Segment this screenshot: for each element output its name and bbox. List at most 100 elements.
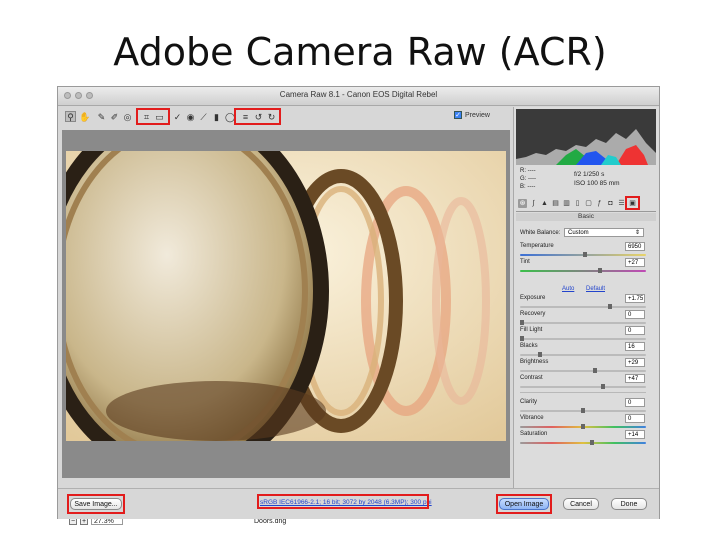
zoom-icon[interactable]: ⚲ xyxy=(65,111,76,122)
slider-label: Blacks xyxy=(520,343,538,349)
slider-track[interactable] xyxy=(520,268,646,273)
slider-track[interactable] xyxy=(520,352,646,357)
done-button[interactable]: Done xyxy=(611,498,647,510)
adjustment-brush-icon[interactable]: ⟋ xyxy=(198,111,209,122)
b-label: B: xyxy=(520,184,526,190)
slider-knob[interactable] xyxy=(598,268,603,273)
footer-bar: Save Image... sRGB IEC61966-2.1; 16 bit;… xyxy=(58,488,659,519)
slider-label: Temperature xyxy=(520,243,554,249)
panel-tabs: ⊛ ∫ ▲ ▤ ▥ ▯ ▢ ƒ ◘ ☰ ▣ xyxy=(516,196,656,212)
color-sampler-icon[interactable]: ✐ xyxy=(109,111,120,122)
slider-knob[interactable] xyxy=(600,384,605,389)
iso-focal: ISO 100 85 mm xyxy=(574,180,620,187)
histogram xyxy=(516,109,656,165)
red-eye-icon[interactable]: ◉ xyxy=(185,111,196,122)
slider-knob[interactable] xyxy=(520,336,524,341)
white-balance-icon[interactable]: ✎ xyxy=(96,111,107,122)
crop-tools-highlight xyxy=(136,108,170,125)
lens-corrections-tab-icon[interactable]: ▢ xyxy=(584,199,593,208)
slider-knob[interactable] xyxy=(538,352,543,357)
lens-tab-icon[interactable]: ▯ xyxy=(573,199,582,208)
effects-tab-icon[interactable]: ƒ xyxy=(595,199,604,208)
title-bar: Camera Raw 8.1 - Canon EOS Digital Rebel xyxy=(58,87,659,106)
slider-track[interactable] xyxy=(520,304,646,309)
slider-knob[interactable] xyxy=(583,252,588,257)
slider-label: Vibrance xyxy=(520,415,544,421)
slide-title: Adobe Camera Raw (ACR) xyxy=(113,30,607,74)
doors-photo xyxy=(66,151,506,441)
slider-value-input[interactable]: +14 xyxy=(625,430,645,439)
cancel-button[interactable]: Cancel xyxy=(563,498,599,510)
slider-value-input[interactable]: +47 xyxy=(625,374,645,383)
file-name: Doors.dng xyxy=(254,518,287,525)
section-title: Basic xyxy=(516,213,656,221)
slider-label: Exposure xyxy=(520,295,546,301)
pixel-readout: R: ---- G: ---- B: ---- f/2 1/250 s ISO … xyxy=(516,167,656,195)
tone-curve-tab-icon[interactable]: ∫ xyxy=(529,199,538,208)
photo-preview xyxy=(66,151,506,441)
preview-label: Preview xyxy=(465,111,490,119)
g-value: ---- xyxy=(528,176,537,182)
slider-value-input[interactable]: 6950 xyxy=(625,242,645,251)
slider-track[interactable] xyxy=(520,384,646,389)
slider-track[interactable] xyxy=(520,252,646,257)
hand-icon[interactable]: ✋ xyxy=(78,111,90,122)
slider-label: Recovery xyxy=(520,311,546,317)
slider-value-input[interactable]: 0 xyxy=(625,398,645,407)
slider-knob[interactable] xyxy=(581,424,585,429)
adjustments-panel: R: ---- G: ---- B: ---- f/2 1/250 s ISO … xyxy=(513,107,659,488)
window-title: Camera Raw 8.1 - Canon EOS Digital Rebel xyxy=(279,90,438,99)
preview-toggle[interactable]: ✓ Preview xyxy=(454,111,490,119)
slider-value-input[interactable]: 0 xyxy=(625,310,645,319)
slider-label: Fill Light xyxy=(520,327,543,333)
slider-track[interactable] xyxy=(520,320,646,325)
aperture-shutter: f/2 1/250 s xyxy=(574,171,605,178)
divider xyxy=(520,392,646,393)
white-balance-select[interactable]: Custom ⇕ xyxy=(564,228,644,237)
hsl-tab-icon[interactable]: ▤ xyxy=(551,199,560,208)
camera-calibration-tab-icon[interactable]: ◘ xyxy=(606,199,615,208)
slider-value-input[interactable]: 16 xyxy=(625,342,645,351)
slider-knob[interactable] xyxy=(593,368,598,373)
preview-checkbox[interactable]: ✓ xyxy=(454,111,462,119)
slider-knob[interactable] xyxy=(589,440,594,445)
slider-label: Clarity xyxy=(520,399,538,405)
slider-track[interactable] xyxy=(520,440,646,445)
b-value: ---- xyxy=(527,184,536,190)
slider-track[interactable] xyxy=(520,336,646,341)
white-balance-label: White Balance: xyxy=(520,230,561,236)
g-label: G: xyxy=(520,176,527,182)
basic-tab-icon[interactable]: ⊛ xyxy=(518,199,527,208)
r-label: R: xyxy=(520,168,526,174)
slider-track[interactable] xyxy=(520,368,646,373)
split-toning-tab-icon[interactable]: ▥ xyxy=(562,199,571,208)
slider-knob[interactable] xyxy=(520,320,524,325)
slider-value-input[interactable]: 0 xyxy=(625,414,645,423)
slider-label: Saturation xyxy=(520,431,548,437)
targeted-adjust-icon[interactable]: ◎ xyxy=(122,111,133,122)
detail-tab-icon[interactable]: ▲ xyxy=(540,199,549,208)
auto-link[interactable]: Auto xyxy=(562,286,574,292)
white-balance-value: Custom xyxy=(568,230,589,236)
slider-value-input[interactable]: +1.75 xyxy=(625,294,645,303)
default-link[interactable]: Default xyxy=(586,286,605,292)
camera-raw-window: Camera Raw 8.1 - Canon EOS Digital Rebel… xyxy=(57,86,660,525)
graduated-filter-icon[interactable]: ▮ xyxy=(211,111,222,122)
snapshots-highlight xyxy=(625,196,640,210)
image-canvas[interactable]: ! − + 27.3% Doors.dng xyxy=(62,130,510,525)
slider-knob[interactable] xyxy=(607,304,612,309)
slider-label: Brightness xyxy=(520,359,549,365)
select-arrows-icon: ⇕ xyxy=(634,230,640,236)
slider-label: Contrast xyxy=(520,375,543,381)
slider-label: Tint xyxy=(520,259,530,265)
slider-knob[interactable] xyxy=(581,408,585,413)
slider-track[interactable] xyxy=(520,408,646,413)
rotate-tools-highlight xyxy=(234,108,281,125)
slider-value-input[interactable]: +29 xyxy=(625,358,645,367)
slider-track[interactable] xyxy=(520,424,646,429)
slider-value-input[interactable]: 0 xyxy=(625,326,645,335)
spot-removal-icon[interactable]: ✓ xyxy=(172,111,183,122)
r-value: ---- xyxy=(527,168,536,174)
workflow-highlight xyxy=(257,494,429,509)
slider-value-input[interactable]: +27 xyxy=(625,258,645,267)
